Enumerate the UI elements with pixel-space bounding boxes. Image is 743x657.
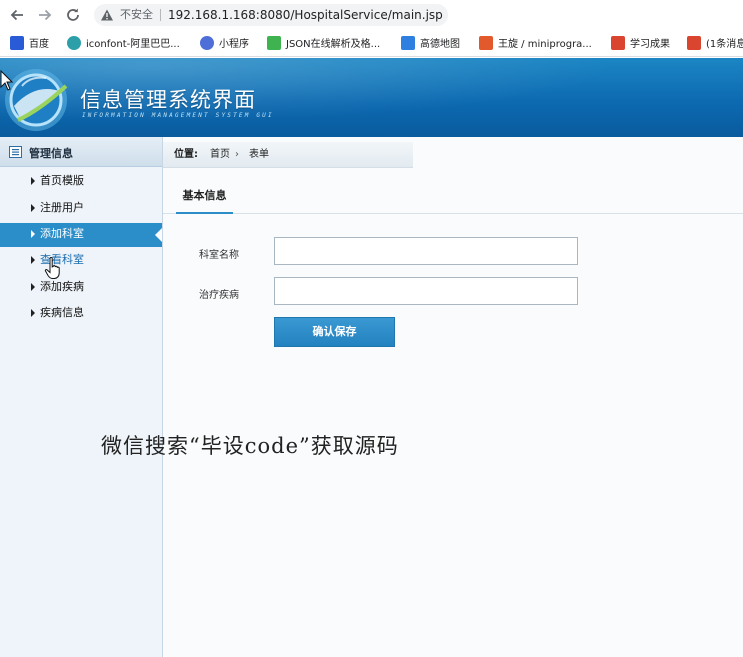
sidebar-item-disease-info[interactable]: 疾病信息 — [0, 302, 162, 329]
sidebar-menu: 首页模版 注册用户 添加科室 查看科室 添加疾病 疾病信息 — [0, 170, 162, 329]
bookmark-baidu[interactable]: 百度 — [10, 36, 49, 52]
triangle-right-icon — [31, 282, 35, 291]
csdn-icon — [611, 36, 625, 50]
reload-icon[interactable] — [64, 6, 82, 24]
breadcrumb: 位置: 首页 › 表单 — [163, 142, 413, 168]
bookmark-study[interactable]: 学习成果 — [611, 36, 670, 52]
system-subtitle: INFORMATION MANAGEMENT SYSTEM GUI — [82, 112, 274, 119]
save-button[interactable]: 确认保存 — [274, 317, 395, 347]
sidebar-heading: 管理信息 — [29, 147, 73, 160]
security-label: 不安全 — [120, 8, 153, 21]
triangle-right-icon — [31, 203, 35, 212]
tab-bar: 基本信息 — [163, 184, 743, 214]
system-title: 信息管理系统界面 — [80, 88, 256, 112]
back-icon[interactable] — [8, 6, 26, 24]
triangle-right-icon — [31, 309, 35, 317]
triangle-right-icon — [31, 177, 35, 185]
treat-disease-input[interactable] — [274, 277, 578, 305]
sidebar-header[interactable]: 管理信息 — [0, 137, 162, 167]
sidebar-item-register-user[interactable]: 注册用户 — [0, 197, 162, 224]
main-content: 位置: 首页 › 表单 基本信息 科室名称 治疗疾病 确认保存 — [163, 137, 743, 657]
bookmark-messages[interactable]: (1条消息 — [687, 36, 743, 52]
sidebar-item-label: 添加科室 — [40, 227, 84, 240]
bookmark-iconfont[interactable]: iconfont-阿里巴巴... — [67, 36, 180, 52]
watermark-overlay-text: 微信搜索“毕设code”获取源码 — [101, 434, 399, 458]
address-bar[interactable]: 不安全 192.168.1.168:8080/HospitalService/m… — [94, 4, 448, 26]
bookmark-miniprogram[interactable]: 小程序 — [200, 36, 249, 52]
iconfont-icon — [67, 36, 81, 50]
breadcrumb-current: 表单 — [249, 149, 269, 160]
sidebar-item-label: 首页模版 — [40, 174, 84, 187]
dept-name-label: 科室名称 — [199, 250, 239, 261]
hand-cursor-icon — [44, 257, 60, 279]
sidebar-item-add-disease[interactable]: 添加疾病 — [0, 276, 162, 303]
breadcrumb-separator: › — [235, 149, 239, 160]
breadcrumb-prefix: 位置: — [174, 149, 198, 160]
dept-name-input[interactable] — [274, 237, 578, 265]
amap-icon — [401, 36, 415, 50]
app-header: 信息管理系统界面 INFORMATION MANAGEMENT SYSTEM G… — [0, 58, 743, 137]
browser-address-row: 不安全 192.168.1.168:8080/HospitalService/m… — [0, 0, 743, 31]
treat-disease-label: 治疗疾病 — [199, 290, 239, 301]
csdn-icon — [687, 36, 701, 50]
warning-icon — [101, 9, 113, 21]
baidu-icon — [10, 36, 24, 50]
bookmark-amap[interactable]: 高德地图 — [401, 36, 460, 52]
sidebar-item-view-department[interactable]: 查看科室 — [0, 249, 162, 276]
triangle-right-icon — [31, 230, 35, 238]
triangle-right-icon — [31, 256, 35, 264]
url-text: 192.168.1.168:8080/HospitalService/main.… — [168, 8, 443, 22]
active-indicator — [155, 228, 162, 242]
omnibox-separator — [160, 9, 161, 21]
arrow-cursor-icon — [0, 70, 13, 91]
sidebar-item-label: 注册用户 — [40, 200, 84, 214]
bookmark-gitlab[interactable]: 王旋 / miniprogra... — [479, 36, 592, 52]
miniprogram-icon — [200, 36, 214, 50]
bookmark-json[interactable]: JSON在线解析及格... — [267, 36, 380, 52]
tab-basic-info[interactable]: 基本信息 — [176, 184, 233, 214]
sidebar-item-add-department[interactable]: 添加科室 — [0, 223, 162, 247]
sidebar: 管理信息 首页模版 注册用户 添加科室 查看科室 添加疾病 疾病信息 — [0, 137, 163, 657]
sidebar-item-label: 疾病信息 — [40, 306, 84, 319]
gitlab-icon — [479, 36, 493, 50]
sidebar-item-home-template[interactable]: 首页模版 — [0, 170, 162, 197]
forward-icon[interactable] — [36, 6, 54, 24]
bookmarks-bar: 百度 iconfont-阿里巴巴... 小程序 JSON在线解析及格... 高德… — [0, 31, 743, 57]
json-icon — [267, 36, 281, 50]
breadcrumb-home-link[interactable]: 首页 — [210, 142, 230, 168]
list-icon — [9, 146, 22, 158]
